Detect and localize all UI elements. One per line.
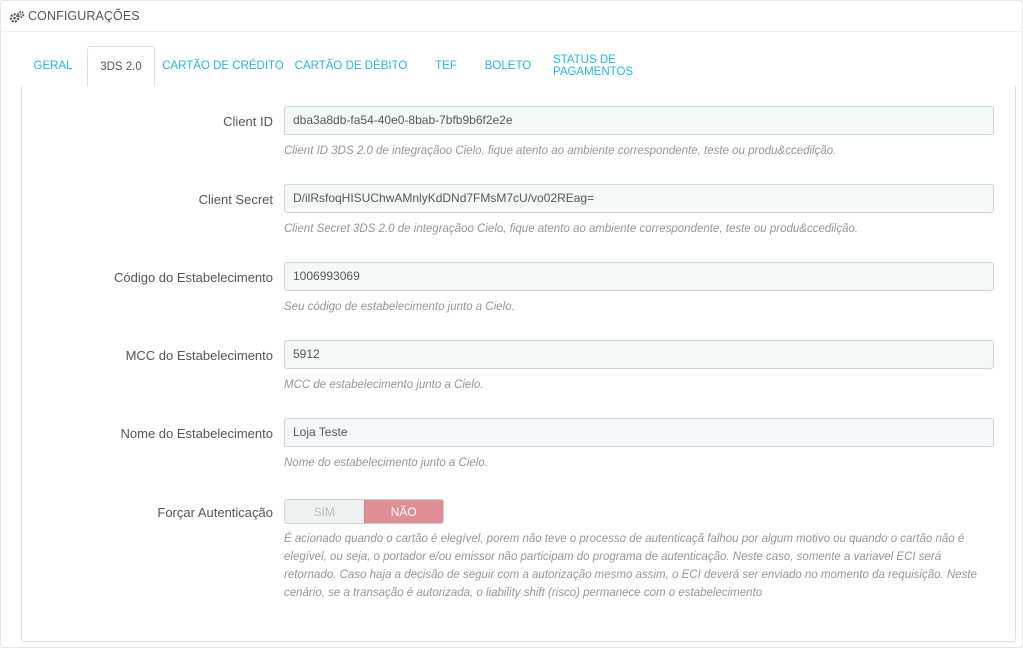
client-id-input[interactable]: dba3a8db-fa54-40e0-8bab-7bfb9b6f2e2e [284, 106, 994, 135]
client-id-help: Client ID 3DS 2.0 de integraçãoo Cielo, … [284, 145, 837, 157]
codigo-help: Seu código de estabelecimento junto a Ci… [284, 301, 515, 313]
tab-tef[interactable]: TEF [423, 46, 469, 86]
tab-content: Client ID dba3a8db-fa54-40e0-8bab-7bfb9b… [21, 86, 1016, 642]
mcc-input[interactable]: 5912 [284, 340, 994, 369]
switch-option-nao[interactable]: NÃO [363, 500, 443, 523]
client-secret-help: Client Secret 3DS 2.0 de integraçãoo Cie… [284, 223, 859, 235]
forcar-autenticacao-help: É acionado quando o cartão é elegível, p… [284, 533, 977, 599]
panel-title: CONFIGURAÇÕES [28, 9, 140, 23]
client-id-label: Client ID [223, 114, 273, 129]
tab-3ds[interactable]: 3DS 2.0 [87, 46, 155, 87]
tab-cartao-credito[interactable]: CARTÃO DE CRÉDITO [161, 46, 285, 86]
forcar-autenticacao-label: Forçar Autenticação [157, 505, 273, 520]
forcar-autenticacao-switch[interactable]: SIM NÃO [284, 499, 444, 524]
configuration-panel: CONFIGURAÇÕES GERAL 3DS 2.0 CARTÃO DE CR… [0, 0, 1023, 648]
nome-input[interactable]: Loja Teste [284, 418, 994, 447]
mcc-label: MCC do Estabelecimento [125, 348, 273, 363]
switch-option-sim[interactable]: SIM [285, 500, 364, 523]
nome-label: Nome do Estabelecimento [120, 426, 273, 441]
gears-icon [9, 9, 25, 23]
codigo-label: Código do Estabelecimento [114, 270, 273, 285]
codigo-input[interactable]: 1006993069 [284, 262, 994, 291]
tab-status-pagamentos[interactable]: STATUS DE PAGAMENTOS [553, 46, 683, 86]
tab-cartao-debito[interactable]: CARTÃO DE DÉBITO [293, 46, 409, 86]
panel-heading: CONFIGURAÇÕES [1, 1, 1022, 32]
tab-bar: GERAL 3DS 2.0 CARTÃO DE CRÉDITO CARTÃO D… [21, 46, 1016, 87]
client-secret-input[interactable]: D/ilRsfoqHISUChwAMnlyKdDNd7FMsM7cU/vo02R… [284, 184, 994, 213]
tab-geral[interactable]: GERAL [21, 46, 85, 86]
tab-boleto[interactable]: BOLETO [479, 46, 537, 86]
mcc-help: MCC de estabelecimento junto a Cielo. [284, 379, 484, 391]
nome-help: Nome do estabelecimento junto a Cielo. [284, 457, 488, 469]
client-secret-label: Client Secret [198, 192, 273, 207]
